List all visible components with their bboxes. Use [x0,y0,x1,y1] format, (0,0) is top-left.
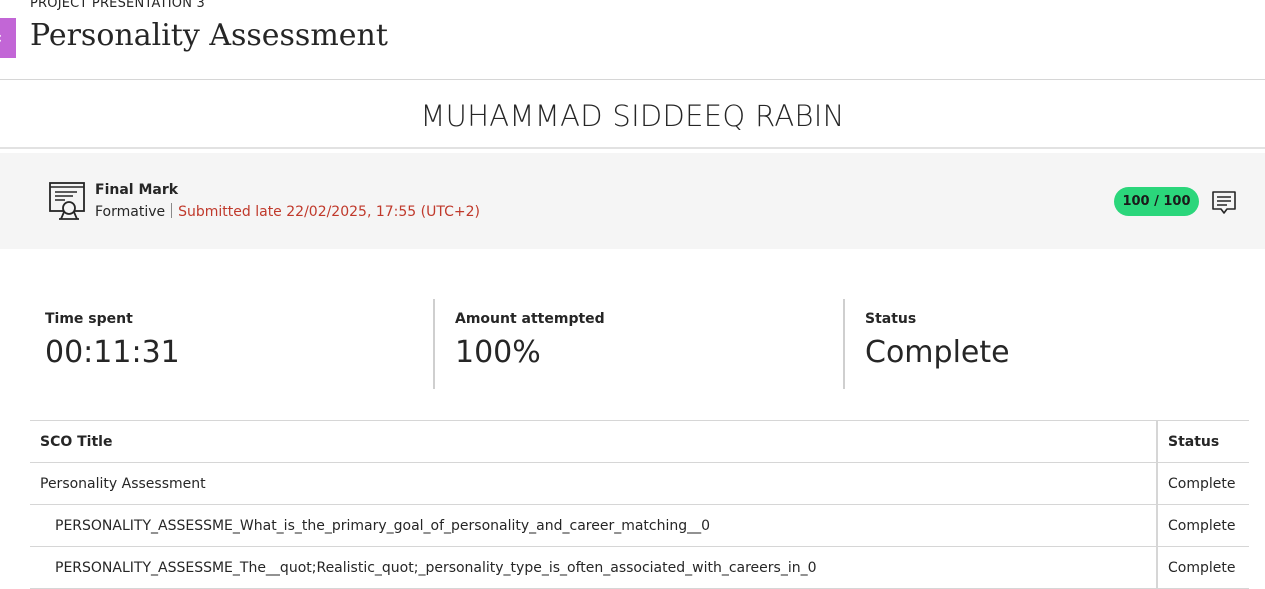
sco-status-cell: Complete [1156,504,1249,547]
page-title: Personality Assessment [30,18,388,53]
stat-amount-attempted: Amount attempted 100% [445,299,845,389]
stat-label: Status [865,311,917,327]
column-header-sco-title[interactable]: SCO Title [30,420,1157,463]
separator [171,203,173,218]
back-button[interactable]: ‹ [0,18,16,58]
table-row: PERSONALITY_ASSESSME_What_is_the_primary… [30,504,1249,547]
attempt-stats: Time spent 00:11:31 Amount attempted 100… [0,299,1265,389]
sco-title-cell: Personality Assessment [30,462,1157,505]
grade-bar: Final Mark Formative Submitted late 22/02… [0,153,1265,249]
page-header: ‹ PROJECT PRESENTATION 3 Personality Ass… [0,0,1265,80]
grade-title: Final Mark [95,182,179,198]
table-row: PERSONALITY_ASSESSME_The__quot;Realistic… [30,546,1249,589]
feedback-icon[interactable] [1211,190,1237,216]
certificate-icon [49,182,85,220]
sco-title-cell: PERSONALITY_ASSESSME_What_is_the_primary… [30,504,1157,547]
sco-status-cell: Complete [1156,546,1249,589]
score-badge[interactable]: 100 / 100 [1114,187,1199,216]
breadcrumb[interactable]: PROJECT PRESENTATION 3 [30,0,205,11]
stat-label: Time spent [45,311,133,327]
grade-type: Formative [95,204,166,220]
stat-status: Status Complete [855,299,1255,389]
grade-subtitle: Formative Submitted late 22/02/2025, 17:5… [95,203,480,220]
stat-divider [843,299,845,389]
chevron-left-icon: ‹ [0,18,2,58]
stat-value: 100% [455,335,541,370]
stat-value: 00:11:31 [45,335,180,370]
sco-title-cell: PERSONALITY_ASSESSME_The__quot;Realistic… [30,546,1157,589]
sco-table: SCO Title Status Personality Assessment … [30,420,1249,589]
stat-time-spent: Time spent 00:11:31 [35,299,435,389]
student-name: MUHAMMAD SIDDEEQ RABIN [0,80,1265,149]
stat-divider [433,299,435,389]
column-header-status[interactable]: Status [1156,420,1249,463]
stat-label: Amount attempted [455,311,605,327]
submission-status: Submitted late 22/02/2025, 17:55 (UTC+2) [178,204,480,220]
table-header-row: SCO Title Status [30,420,1249,463]
stat-value: Complete [865,335,1010,370]
sco-status-cell: Complete [1156,462,1249,505]
table-row: Personality Assessment Complete [30,462,1249,505]
